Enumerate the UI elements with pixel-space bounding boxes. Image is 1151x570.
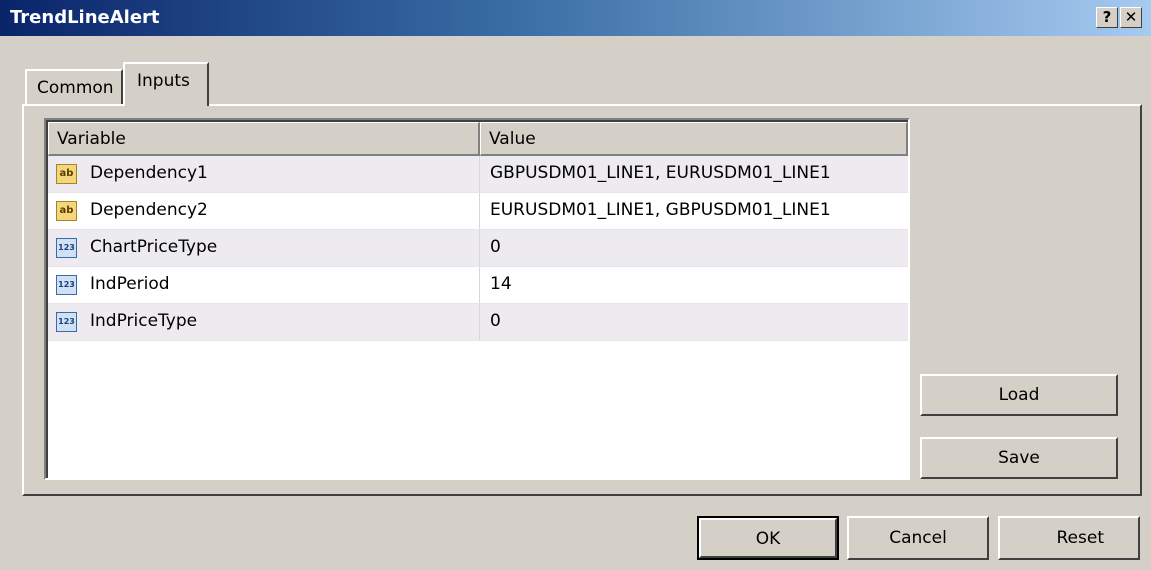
variable-name: Dependency2	[90, 200, 208, 220]
tab-common[interactable]: Common	[25, 69, 123, 105]
integer-type-icon: 123	[56, 312, 77, 332]
save-button[interactable]: Save	[920, 437, 1118, 479]
variable-name: ChartPriceType	[90, 237, 218, 257]
window-title: TrendLineAlert	[10, 7, 160, 28]
load-button[interactable]: Load	[920, 374, 1118, 416]
string-type-icon: ab	[56, 164, 77, 184]
ok-button-face: OK	[699, 518, 837, 558]
variable-value[interactable]: 0	[490, 237, 501, 257]
inputs-table: Variable Value ab Dependency1 GBPUSDM01_…	[44, 118, 910, 480]
ok-button[interactable]: OK	[697, 516, 839, 560]
table-row[interactable]: ab Dependency1 GBPUSDM01_LINE1, EURUSDM0…	[48, 156, 908, 193]
variable-value[interactable]: EURUSDM01_LINE1, GBPUSDM01_LINE1	[490, 200, 831, 220]
close-icon[interactable]: ✕	[1120, 7, 1142, 28]
tab-inputs[interactable]: Inputs	[123, 62, 209, 106]
integer-type-icon: 123	[56, 238, 77, 258]
help-icon[interactable]: ?	[1096, 7, 1118, 28]
column-header-value[interactable]: Value	[480, 122, 908, 156]
table-row[interactable]: ab Dependency2 EURUSDM01_LINE1, GBPUSDM0…	[48, 193, 908, 230]
variable-name: IndPriceType	[90, 311, 198, 331]
integer-type-icon: 123	[56, 275, 77, 295]
table-row[interactable]: 123 IndPeriod 14	[48, 267, 908, 304]
variable-value[interactable]: GBPUSDM01_LINE1, EURUSDM01_LINE1	[490, 163, 831, 183]
table-row[interactable]: 123 IndPriceType 0	[48, 304, 908, 341]
table-row[interactable]: 123 ChartPriceType 0	[48, 230, 908, 267]
variable-name: Dependency1	[90, 163, 208, 183]
title-bar: TrendLineAlert ? ✕	[0, 0, 1151, 36]
variable-value[interactable]: 0	[490, 311, 501, 331]
variable-value[interactable]: 14	[490, 274, 512, 294]
column-header-variable[interactable]: Variable	[48, 122, 480, 156]
cancel-button[interactable]: Cancel	[847, 516, 989, 560]
reset-button[interactable]: Reset	[998, 516, 1140, 560]
string-type-icon: ab	[56, 201, 77, 221]
ok-label: OK	[755, 529, 781, 549]
variable-name: IndPeriod	[90, 274, 170, 294]
dialog-window: TrendLineAlert ? ✕ Common Inputs Variabl…	[0, 0, 1151, 570]
